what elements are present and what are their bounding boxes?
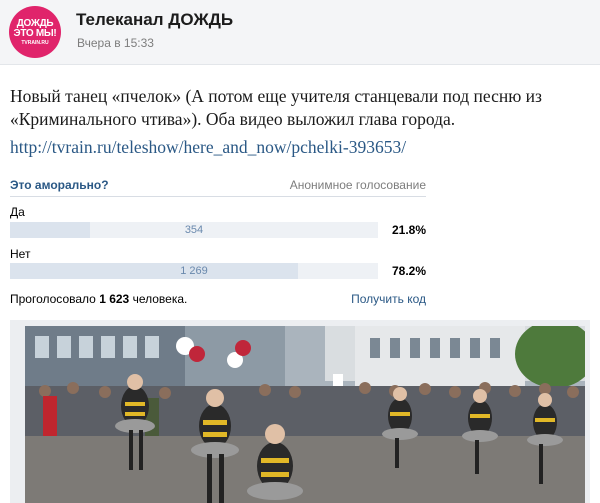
poll-total-suffix: человека. bbox=[132, 292, 188, 306]
post-timestamp[interactable]: Вчера в 15:33 bbox=[77, 36, 154, 50]
poll-option-count-no: 1 269 bbox=[180, 265, 208, 277]
poll-option-bar-yes[interactable]: 354 bbox=[10, 222, 378, 238]
video-thumbnail-image bbox=[25, 326, 585, 503]
poll-type-label: Анонимное голосование bbox=[289, 178, 426, 192]
poll-total: Проголосовало 1 623 человека. bbox=[10, 292, 187, 306]
avatar-logo-line-2: ЭТО МЫ! bbox=[13, 27, 57, 39]
poll-option-percent-no: 78.2% bbox=[391, 264, 426, 278]
poll-option-count-yes: 354 bbox=[184, 224, 204, 236]
post-text: Новый танец «пчелок» (А потом еще учител… bbox=[10, 86, 542, 129]
video-attachment bbox=[10, 320, 590, 503]
channel-name-link[interactable]: Телеканал ДОЖДЬ bbox=[76, 10, 233, 30]
avatar-logo-line-1: ДОЖДЬ bbox=[16, 17, 54, 29]
avatar-logo-line-3: TVRAIN.RU bbox=[21, 39, 49, 46]
post-url-link[interactable]: http://tvrain.ru/teleshow/here_and_now/p… bbox=[10, 137, 406, 158]
poll-option-bar-no[interactable]: 1 269 bbox=[10, 263, 378, 279]
post-header: ДОЖДЬ ЭТО МЫ! TVRAIN.RU Телеканал ДОЖДЬ … bbox=[0, 0, 600, 65]
poll-option-label-no: Нет bbox=[10, 247, 31, 261]
poll-total-count: 1 623 bbox=[99, 292, 130, 306]
video-thumbnail[interactable] bbox=[25, 326, 585, 503]
get-code-link[interactable]: Получить код bbox=[351, 292, 426, 306]
poll-divider bbox=[10, 196, 426, 197]
poll-option-percent-yes: 21.8% bbox=[391, 223, 426, 237]
poll-option-label-yes: Да bbox=[10, 205, 25, 219]
channel-avatar[interactable]: ДОЖДЬ ЭТО МЫ! TVRAIN.RU bbox=[9, 6, 61, 58]
poll-question: Это аморально? bbox=[10, 178, 109, 192]
poll-total-prefix: Проголосовало bbox=[10, 292, 96, 306]
